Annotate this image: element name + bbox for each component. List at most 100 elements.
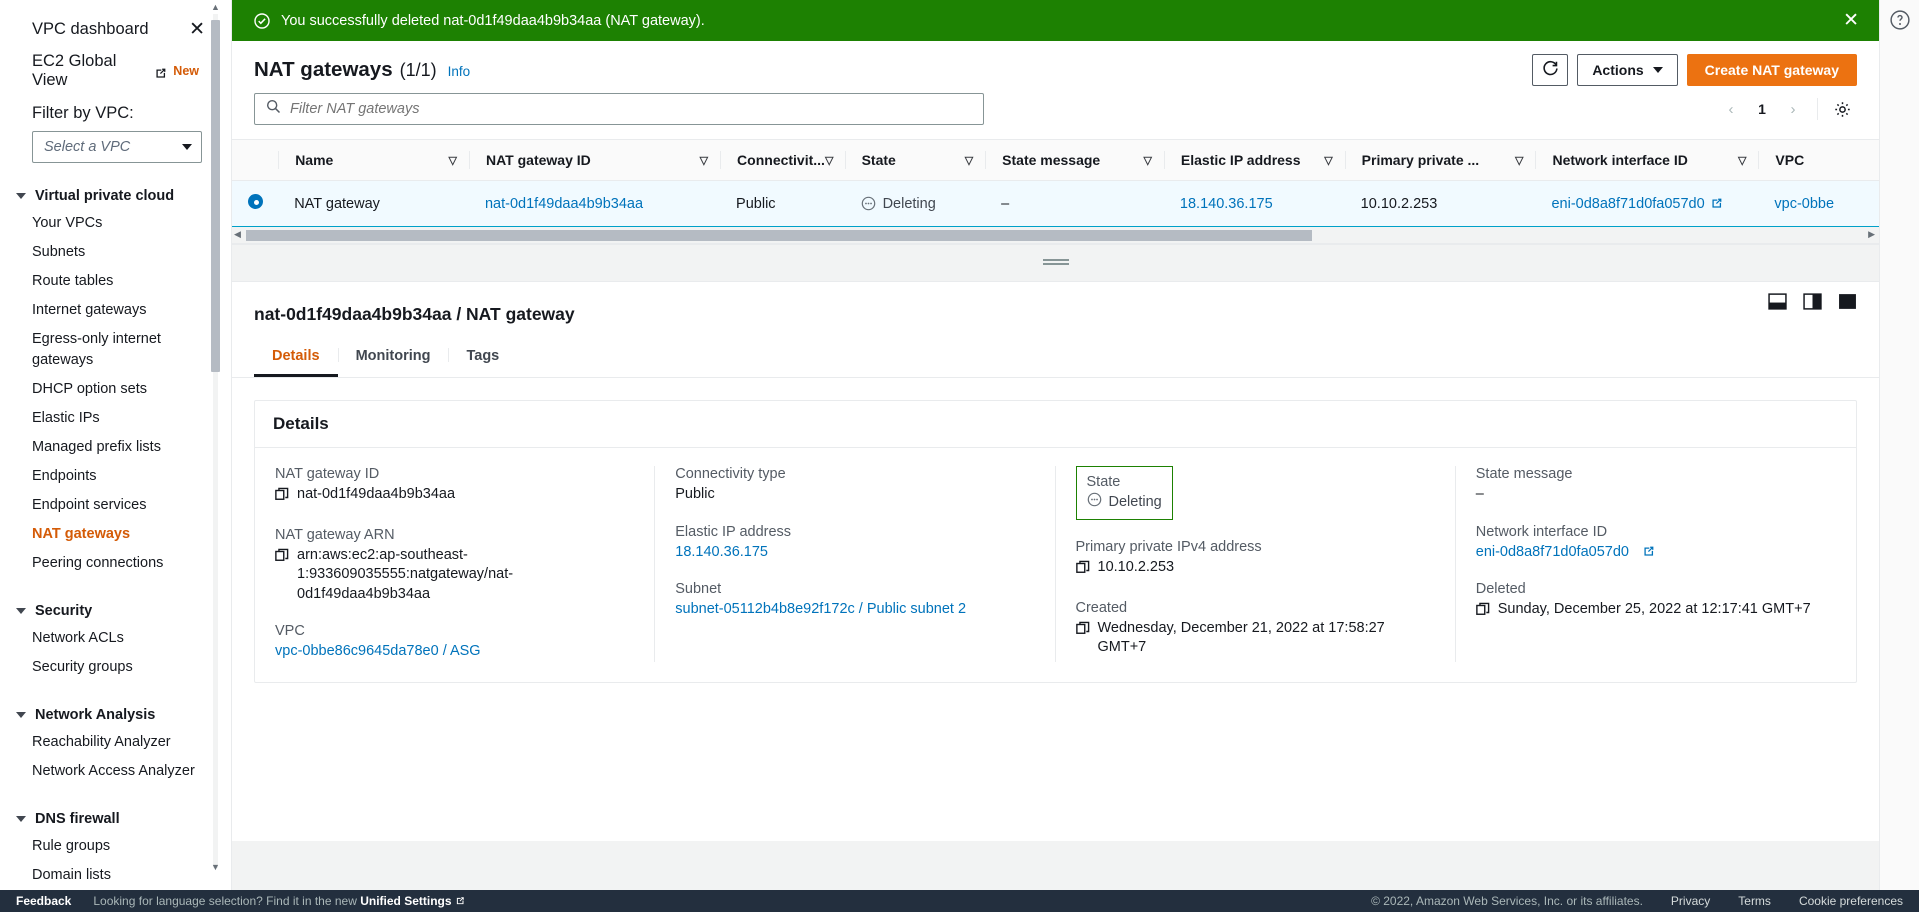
sidebar-item-network-acls[interactable]: Network ACLs <box>0 624 231 653</box>
field-value-link[interactable]: subnet-05112b4b8e92f172c / Public subnet… <box>675 600 966 620</box>
tab-details[interactable]: Details <box>254 339 338 377</box>
scroll-left-icon[interactable]: ◀ <box>234 229 241 240</box>
field-value-link[interactable]: eni-0d8a8f71d0fa057d0 <box>1476 543 1629 563</box>
sidebar-item-your-vpcs[interactable]: Your VPCs <box>0 209 231 238</box>
field-value-link[interactable]: vpc-0bbe86c9645da78e0 / ASG <box>275 642 481 662</box>
sidebar-item-reachability-analyzer[interactable]: Reachability Analyzer <box>0 728 231 757</box>
cell-link[interactable]: 18.140.36.175 <box>1180 196 1273 212</box>
sidebar-item-nat-gateways[interactable]: NAT gateways <box>0 520 231 549</box>
cell-link[interactable]: nat-0d1f49daa4b9b34aa <box>485 196 643 212</box>
cell-elastic-ip[interactable]: 18.140.36.175 <box>1163 180 1345 227</box>
row-radio-button[interactable] <box>248 194 263 209</box>
pagination-next-button[interactable]: › <box>1778 94 1808 124</box>
table-title-text: NAT gateways <box>254 58 393 81</box>
search-input[interactable] <box>290 101 972 117</box>
external-link-icon[interactable] <box>1642 545 1655 565</box>
sidebar-item-dhcp-option-sets[interactable]: DHCP option sets <box>0 375 231 404</box>
gear-icon[interactable] <box>1827 94 1857 124</box>
tab-tags[interactable]: Tags <box>448 339 517 377</box>
sidebar-item-peering-connections[interactable]: Peering connections <box>0 549 231 578</box>
resize-grip-icon[interactable] <box>1042 259 1069 265</box>
cell-link[interactable]: eni-0d8a8f71d0fa057d0 <box>1551 196 1704 212</box>
tab-monitoring[interactable]: Monitoring <box>337 339 449 377</box>
column-header-connectivit[interactable]: Connectivit... ▽ <box>720 139 845 181</box>
column-header-primary-private[interactable]: Primary private ... ▽ <box>1344 139 1536 181</box>
sidebar-item-endpoints[interactable]: Endpoints <box>0 462 231 491</box>
external-link-icon[interactable] <box>1710 197 1723 214</box>
cookie-preferences-link[interactable]: Cookie preferences <box>1799 894 1903 908</box>
sidebar-item-network-access-analyzer[interactable]: Network Access Analyzer <box>0 757 231 786</box>
privacy-link[interactable]: Privacy <box>1671 894 1710 908</box>
sort-icon[interactable]: ▽ <box>1324 154 1332 167</box>
sort-icon[interactable]: ▽ <box>449 154 457 167</box>
sort-icon[interactable]: ▽ <box>825 154 833 167</box>
column-header-name[interactable]: Name ▽ <box>278 139 469 181</box>
column-header-network-interface-id[interactable]: Network interface ID ▽ <box>1535 139 1759 181</box>
scroll-up-icon[interactable]: ▲ <box>210 2 221 13</box>
copy-icon[interactable] <box>275 548 289 569</box>
copy-icon[interactable] <box>275 487 289 508</box>
row-radio-cell[interactable] <box>232 180 279 227</box>
split-panel-resize-handle[interactable] <box>232 245 1879 281</box>
sidebar-item-elastic-ips[interactable]: Elastic IPs <box>0 404 231 433</box>
vpc-dashboard-link[interactable]: VPC dashboard <box>32 20 149 39</box>
refresh-button[interactable] <box>1532 54 1569 86</box>
sidebar-item-endpoint-services[interactable]: Endpoint services <box>0 491 231 520</box>
column-header-state[interactable]: State ▽ <box>844 139 986 181</box>
cell-nat-gateway-id[interactable]: nat-0d1f49daa4b9b34aa <box>468 180 721 227</box>
copy-icon[interactable] <box>1075 621 1090 642</box>
scroll-right-icon[interactable]: ▶ <box>1868 229 1875 240</box>
actions-button[interactable]: Actions <box>1577 54 1678 86</box>
sidebar-item-egress-only-internet-gateways[interactable]: Egress-only internet gateways <box>0 325 231 375</box>
sort-icon[interactable]: ▽ <box>1143 154 1151 167</box>
sidebar-item-domain-lists[interactable]: Domain lists <box>0 861 231 890</box>
terms-link[interactable]: Terms <box>1738 894 1771 908</box>
sort-icon[interactable]: ▽ <box>1515 154 1523 167</box>
side-nav-group-header[interactable]: DNS firewall <box>0 806 231 832</box>
split-panel-side-icon[interactable] <box>1803 292 1822 311</box>
close-icon[interactable]: ✕ <box>189 20 205 39</box>
sidebar-item-ec2-global-view[interactable]: EC2 Global View New <box>0 44 231 90</box>
sidebar-item-rule-groups[interactable]: Rule groups <box>0 832 231 861</box>
search-input-wrapper[interactable] <box>254 93 984 125</box>
help-info-icon[interactable] <box>1889 10 1910 30</box>
sort-icon[interactable]: ▽ <box>700 154 708 167</box>
pagination-prev-button[interactable]: ‹ <box>1716 94 1746 124</box>
side-nav-group-header[interactable]: Virtual private cloud <box>0 183 231 209</box>
scroll-down-icon[interactable]: ▼ <box>210 862 221 873</box>
create-nat-gateway-button[interactable]: Create NAT gateway <box>1686 54 1857 86</box>
column-header-nat-gateway-id[interactable]: NAT gateway ID ▽ <box>468 139 721 181</box>
vpc-select[interactable]: Select a VPC <box>32 131 202 163</box>
field-value-link[interactable]: 18.140.36.175 <box>675 543 768 563</box>
table-horizontal-scrollbar[interactable]: ◀ ▶ <box>232 227 1879 244</box>
side-nav-group-header[interactable]: Security <box>0 598 231 624</box>
sidebar-item-managed-prefix-lists[interactable]: Managed prefix lists <box>0 433 231 462</box>
scrollbar-thumb[interactable] <box>211 20 220 372</box>
side-nav-scrollbar[interactable]: ▲ ▼ <box>209 0 222 890</box>
cell-link[interactable]: vpc-0bbe <box>1774 196 1834 212</box>
sidebar-item-route-tables[interactable]: Route tables <box>0 267 231 296</box>
sidebar-item-security-groups[interactable]: Security groups <box>0 653 231 682</box>
details-grid: NAT gateway ID nat-0d1f49daa4b9b34aa NAT… <box>255 448 1856 682</box>
sort-icon[interactable]: ▽ <box>965 154 973 167</box>
feedback-link[interactable]: Feedback <box>16 894 71 908</box>
info-link[interactable]: Info <box>448 64 471 79</box>
split-panel-bottom-icon[interactable] <box>1768 292 1787 311</box>
table-row[interactable]: NAT gateway nat-0d1f49daa4b9b34aa Public De… <box>232 180 1879 227</box>
copy-icon[interactable] <box>1475 602 1490 623</box>
copy-icon[interactable] <box>1075 560 1090 581</box>
pagination-page-1[interactable]: 1 <box>1748 101 1776 117</box>
sidebar-item-internet-gateways[interactable]: Internet gateways <box>0 296 231 325</box>
flash-close-icon[interactable]: ✕ <box>1837 11 1865 30</box>
sort-icon[interactable]: ▽ <box>1738 154 1746 167</box>
column-header-state-message[interactable]: State message ▽ <box>985 139 1164 181</box>
cell-network-interface-id[interactable]: eni-0d8a8f71d0fa057d0 <box>1535 180 1759 227</box>
side-nav-group-header[interactable]: Network Analysis <box>0 702 231 728</box>
split-panel-full-icon[interactable] <box>1838 292 1857 311</box>
column-header-elastic-ip-address[interactable]: Elastic IP address ▽ <box>1163 139 1345 181</box>
unified-settings-link[interactable]: Unified Settings <box>360 894 451 908</box>
sidebar-item-subnets[interactable]: Subnets <box>0 238 231 267</box>
cell-vpc[interactable]: vpc-0bbe <box>1758 180 1879 227</box>
horizontal-scrollbar-thumb[interactable] <box>246 230 1312 241</box>
column-header-vpc[interactable]: VPC <box>1758 139 1879 181</box>
